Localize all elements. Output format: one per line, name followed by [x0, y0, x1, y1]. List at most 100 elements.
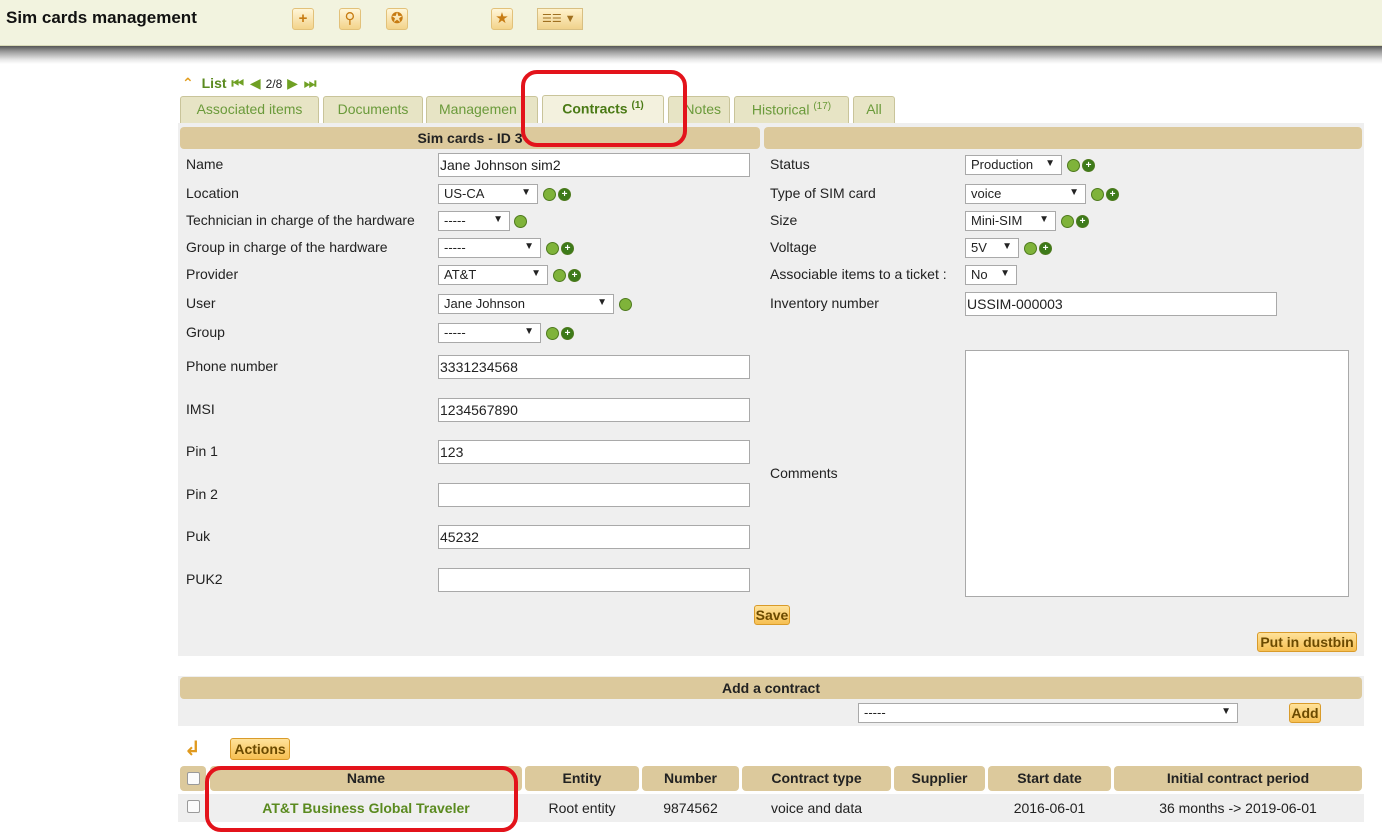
sim-type-label: Type of SIM card — [770, 185, 876, 201]
column-header-initial-period[interactable]: Initial contract period — [1114, 766, 1362, 791]
column-header-contract-type[interactable]: Contract type — [742, 766, 891, 791]
search-icon[interactable]: ⚲ — [339, 8, 361, 30]
add-icon[interactable]: + — [561, 327, 574, 340]
add-contract-button[interactable]: Add — [1289, 703, 1321, 723]
imsi-label: IMSI — [186, 401, 215, 417]
technician-label: Technician in charge of the hardware — [186, 212, 415, 228]
pin1-field[interactable] — [438, 440, 750, 464]
add-contract-header: Add a contract — [180, 677, 1362, 699]
record-position: 2/8 — [265, 77, 283, 91]
comments-label: Comments — [770, 465, 838, 481]
search-icon[interactable] — [1061, 215, 1074, 228]
search-icon[interactable] — [546, 242, 559, 255]
template-icon[interactable]: ✪ — [386, 8, 408, 30]
add-icon[interactable]: + — [292, 8, 314, 30]
columns-selector-icon[interactable]: ☰☰ ▼ — [537, 8, 583, 30]
add-icon[interactable]: + — [1106, 188, 1119, 201]
name-field[interactable] — [438, 153, 750, 177]
add-icon[interactable]: + — [1076, 215, 1089, 228]
add-icon[interactable]: + — [1082, 159, 1095, 172]
tab-associated-items[interactable]: Associated items — [180, 96, 319, 123]
contract-select[interactable]: ----- ▼ — [858, 703, 1238, 723]
page-title: Sim cards management — [6, 8, 197, 27]
add-icon[interactable]: + — [1039, 242, 1052, 255]
column-header-start-date[interactable]: Start date — [988, 766, 1111, 791]
next-record-icon[interactable]: ▶ — [287, 75, 298, 92]
search-icon[interactable] — [619, 298, 632, 311]
group-hw-label: Group in charge of the hardware — [186, 239, 388, 255]
record-navigation: ⌃ List ⏮ ◀ 2/8 ▶ ⏭ — [182, 75, 317, 95]
voltage-label: Voltage — [770, 239, 817, 255]
column-header-supplier[interactable]: Supplier — [894, 766, 985, 791]
phone-label: Phone number — [186, 358, 278, 374]
group-select[interactable]: ----- ▼ — [438, 323, 541, 343]
tab-documents[interactable]: Documents — [323, 96, 423, 123]
name-label: Name — [186, 156, 224, 172]
add-icon[interactable]: + — [558, 188, 571, 201]
add-icon[interactable]: + — [568, 269, 581, 282]
associable-label: Associable items to a ticket : — [770, 266, 947, 282]
size-select[interactable]: Mini-SIM ▼ — [965, 211, 1056, 231]
select-all-checkbox[interactable] — [187, 772, 200, 785]
sim-card-form: Sim cards - ID 3 Name Location US-CA▼ + … — [178, 123, 1364, 656]
save-button[interactable]: Save — [754, 605, 790, 625]
search-icon[interactable] — [514, 215, 527, 228]
user-select[interactable]: Jane Johnson ▼ — [438, 294, 614, 314]
puk-field[interactable] — [438, 525, 750, 549]
group-hw-select[interactable]: ----- ▼ — [438, 238, 541, 258]
comments-textarea[interactable] — [965, 350, 1349, 597]
tab-historical[interactable]: Historical (17) — [734, 96, 849, 123]
contracts-tab-highlight — [521, 70, 687, 147]
imsi-field[interactable] — [438, 398, 750, 422]
initial-period-cell: 36 months -> 2019-06-01 — [1159, 800, 1317, 816]
column-header-number[interactable]: Number — [642, 766, 739, 791]
status-select[interactable]: Production ▼ — [965, 155, 1062, 175]
form-header-right — [764, 127, 1362, 149]
group-label: Group — [186, 324, 225, 340]
status-label: Status — [770, 156, 810, 172]
add-icon[interactable]: + — [561, 242, 574, 255]
technician-select[interactable]: ----- ▼ — [438, 211, 510, 231]
massive-action-arrow-icon: ↲ — [184, 738, 201, 760]
inventory-label: Inventory number — [770, 295, 879, 311]
phone-field[interactable] — [438, 355, 750, 379]
add-contract-panel: Add a contract ----- ▼ Add — [178, 676, 1364, 726]
search-icon[interactable] — [1091, 188, 1104, 201]
location-label: Location — [186, 185, 239, 201]
actions-button[interactable]: Actions — [230, 738, 290, 760]
provider-select[interactable]: AT&T ▼ — [438, 265, 548, 285]
size-label: Size — [770, 212, 798, 228]
search-icon[interactable] — [1024, 242, 1037, 255]
voltage-select[interactable]: 5V ▼ — [965, 238, 1019, 258]
search-icon[interactable] — [1067, 159, 1080, 172]
inventory-field[interactable] — [965, 292, 1277, 316]
search-icon[interactable] — [546, 327, 559, 340]
puk-label: Puk — [186, 528, 211, 544]
row-checkbox[interactable] — [187, 800, 200, 813]
tab-all[interactable]: All — [853, 96, 895, 123]
pin2-field[interactable] — [438, 483, 750, 507]
last-record-icon[interactable]: ⏭ — [304, 75, 317, 92]
provider-label: Provider — [186, 266, 239, 282]
pin2-label: Pin 2 — [186, 486, 218, 502]
puk2-field[interactable] — [438, 568, 750, 592]
user-label: User — [186, 295, 216, 311]
column-header-entity[interactable]: Entity — [525, 766, 639, 791]
contract-name-highlight — [205, 766, 518, 832]
puk2-label: PUK2 — [186, 571, 223, 587]
search-icon[interactable] — [553, 269, 566, 282]
location-select[interactable]: US-CA ▼ — [438, 184, 538, 204]
sim-type-select[interactable]: voice ▼ — [965, 184, 1086, 204]
list-link[interactable]: List — [202, 75, 227, 91]
associable-select[interactable]: No ▼ — [965, 265, 1017, 285]
first-record-icon[interactable]: ⏮ — [231, 75, 244, 92]
up-arrow-icon[interactable]: ⌃ — [182, 75, 194, 91]
put-in-dustbin-button[interactable]: Put in dustbin — [1257, 632, 1357, 652]
search-icon[interactable] — [543, 188, 556, 201]
bookmark-star-icon[interactable]: ★ — [491, 8, 513, 30]
previous-record-icon[interactable]: ◀ — [250, 75, 261, 92]
top-bar: Sim cards management + ⚲ ✪ ★ ☰☰ ▼ — [0, 0, 1382, 46]
entity-cell: Root entity — [548, 800, 616, 816]
start-date-cell: 2016-06-01 — [1013, 800, 1086, 816]
pin1-label: Pin 1 — [186, 443, 218, 459]
